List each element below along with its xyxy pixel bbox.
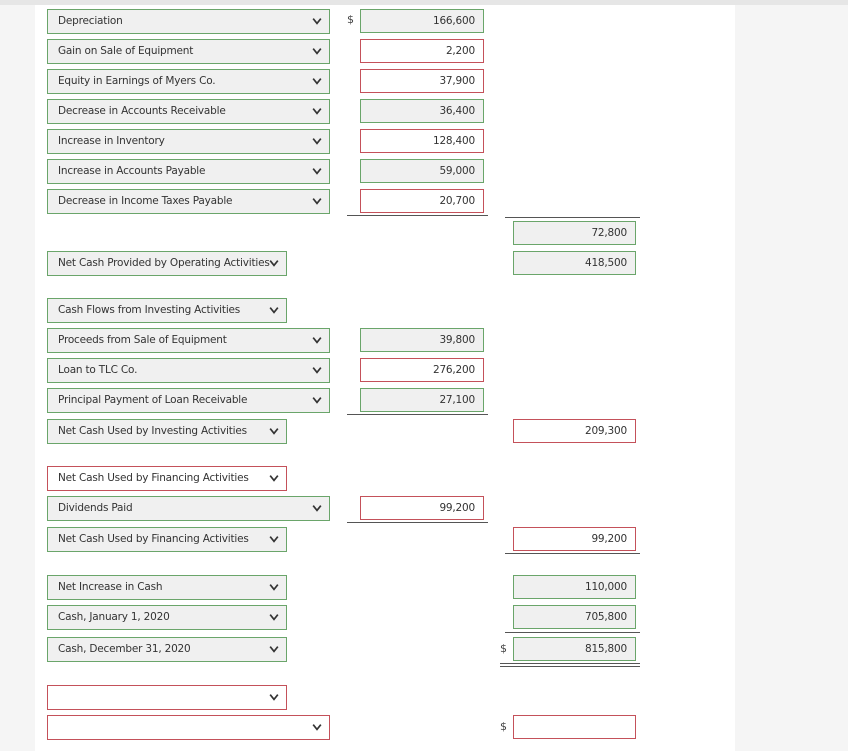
chevron-down-icon [312,168,322,175]
net-increase-cash-input[interactable]: 110,000 [513,575,636,599]
dollar-sign: $ [500,642,507,655]
cash-december-input[interactable]: 815,800 [513,637,636,661]
chevron-down-icon [269,646,279,653]
net-cash-financing-select[interactable]: Net Cash Used by Financing Activities [47,527,287,552]
depreciation-amount-input[interactable]: 166,600 [360,9,484,33]
select-label: Cash, December 31, 2020 [58,643,191,655]
select-label: Principal Payment of Loan Receivable [58,394,248,406]
select-label: Depreciation [58,15,123,27]
depreciation-select[interactable]: Depreciation [47,9,330,34]
select-label: Increase in Accounts Payable [58,165,206,177]
increase-ap-select[interactable]: Increase in Accounts Payable [47,159,330,184]
double-underline-bottom [500,666,640,667]
chevron-down-icon [312,108,322,115]
decrease-taxes-payable-select[interactable]: Decrease in Income Taxes Payable [47,189,330,214]
chevron-down-icon [269,475,279,482]
chevron-down-icon [312,724,322,731]
subtotal-underline [505,553,640,554]
net-cash-operating-select[interactable]: Net Cash Provided by Operating Activitie… [47,251,287,276]
net-cash-operating-input[interactable]: 418,500 [513,251,636,275]
equity-in-earnings-amount-input[interactable]: 37,900 [360,69,484,93]
select-label: Cash Flows from Investing Activities [58,304,241,316]
subtotal-underline [347,215,488,216]
equity-in-earnings-select[interactable]: Equity in Earnings of Myers Co. [47,69,330,94]
decrease-taxes-payable-amount-input[interactable]: 20,700 [360,189,484,213]
principal-payment-select[interactable]: Principal Payment of Loan Receivable [47,388,330,413]
decrease-ar-amount-input[interactable]: 36,400 [360,99,484,123]
loan-to-tlc-amount-input[interactable]: 276,200 [360,358,484,382]
dividends-paid-select[interactable]: Dividends Paid [47,496,330,521]
select-label: Equity in Earnings of Myers Co. [58,75,216,87]
dividends-paid-amount-input[interactable]: 99,200 [360,496,484,520]
net-cash-financing-input[interactable]: 99,200 [513,527,636,551]
increase-ap-amount-input[interactable]: 59,000 [360,159,484,183]
dollar-sign: $ [500,720,507,733]
chevron-down-icon [269,614,279,621]
cash-december-select[interactable]: Cash, December 31, 2020 [47,637,287,662]
select-label: Loan to TLC Co. [58,364,138,376]
net-cash-investing-select[interactable]: Net Cash Used by Investing Activities [47,419,287,444]
chevron-down-icon [269,428,279,435]
chevron-down-icon [269,694,279,701]
proceeds-sale-equipment-select[interactable]: Proceeds from Sale of Equipment [47,328,330,353]
increase-inventory-select[interactable]: Increase in Inventory [47,129,330,154]
subtotal-underline [505,217,640,218]
financing-header-select[interactable]: Net Cash Used by Financing Activities [47,466,287,491]
subtotal-underline [505,632,640,633]
select-label: Dividends Paid [58,502,133,514]
select-label: Net Cash Used by Financing Activities [58,472,249,484]
double-underline-top [500,663,640,664]
select-label: Net Increase in Cash [58,581,163,593]
chevron-down-icon [312,367,322,374]
increase-inventory-amount-input[interactable]: 128,400 [360,129,484,153]
chevron-down-icon [312,78,322,85]
gain-on-sale-amount-input[interactable]: 2,200 [360,39,484,63]
gain-on-sale-select[interactable]: Gain on Sale of Equipment [47,39,330,64]
net-cash-investing-input[interactable]: 209,300 [513,419,636,443]
cash-january-input[interactable]: 705,800 [513,605,636,629]
select-label: Decrease in Accounts Receivable [58,105,226,117]
cash-january-select[interactable]: Cash, January 1, 2020 [47,605,287,630]
subtotal-underline [347,522,488,523]
select-label: Net Cash Provided by Operating Activitie… [58,257,270,269]
loan-to-tlc-select[interactable]: Loan to TLC Co. [47,358,330,383]
decrease-ar-select[interactable]: Decrease in Accounts Receivable [47,99,330,124]
blank-select-1[interactable] [47,685,287,710]
select-label: Decrease in Income Taxes Payable [58,195,233,207]
adjustments-total-input[interactable]: 72,800 [513,221,636,245]
subtotal-underline [347,414,488,415]
chevron-down-icon [312,505,322,512]
chevron-down-icon [269,584,279,591]
chevron-down-icon [312,397,322,404]
select-label: Proceeds from Sale of Equipment [58,334,227,346]
chevron-down-icon [312,48,322,55]
blank-amount-input[interactable] [513,715,636,739]
chevron-down-icon [312,198,322,205]
select-label: Gain on Sale of Equipment [58,45,194,57]
principal-payment-amount-input[interactable]: 27,100 [360,388,484,412]
chevron-down-icon [312,138,322,145]
select-label: Net Cash Used by Financing Activities [58,533,249,545]
chevron-down-icon [312,18,322,25]
chevron-down-icon [269,536,279,543]
chevron-down-icon [312,337,322,344]
net-increase-cash-select[interactable]: Net Increase in Cash [47,575,287,600]
dollar-sign: $ [347,13,354,26]
select-label: Net Cash Used by Investing Activities [58,425,247,437]
investing-header-select[interactable]: Cash Flows from Investing Activities [47,298,287,323]
chevron-down-icon [269,307,279,314]
proceeds-sale-equipment-amount-input[interactable]: 39,800 [360,328,484,352]
select-label: Increase in Inventory [58,135,165,147]
blank-select-2[interactable] [47,715,330,740]
select-label: Cash, January 1, 2020 [58,611,170,623]
chevron-down-icon [269,260,279,267]
